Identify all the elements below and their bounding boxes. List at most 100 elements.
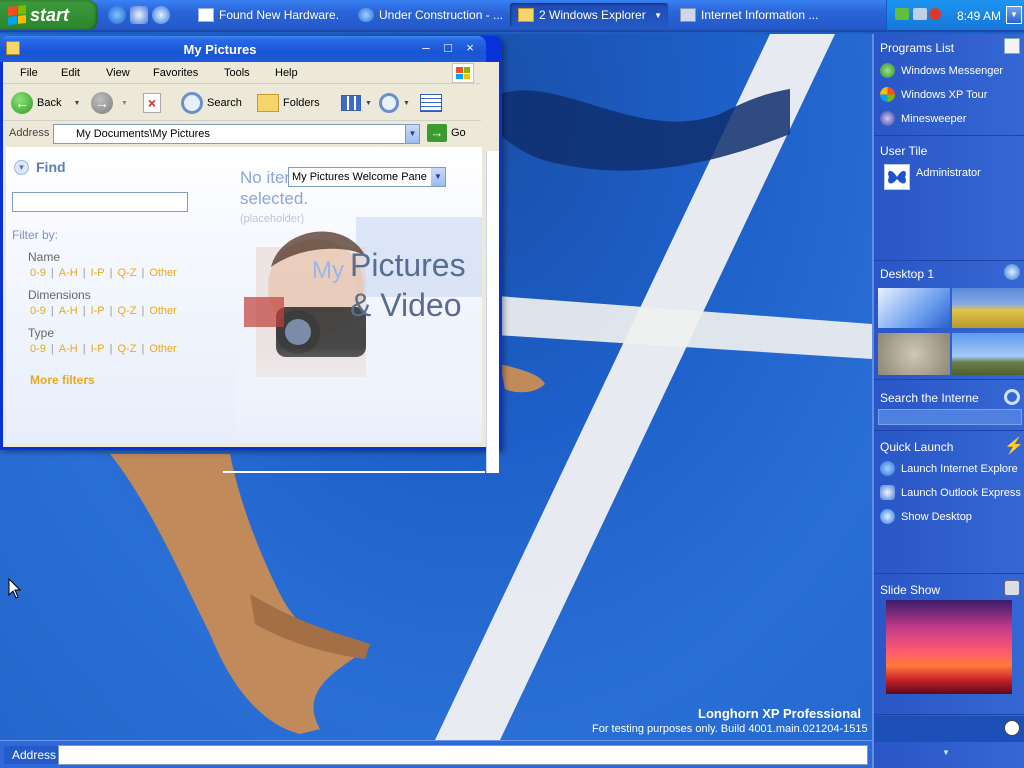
collapse-chevron-icon[interactable]: ▼ xyxy=(14,160,29,175)
bottom-address-input[interactable] xyxy=(58,745,868,765)
lightning-icon[interactable]: ⚡ xyxy=(1004,436,1024,455)
filter-option[interactable]: I-P xyxy=(91,305,105,317)
close-button[interactable]: × xyxy=(462,41,478,57)
clock[interactable]: 8:49 AM xyxy=(957,9,1001,23)
task-under-construction[interactable]: Under Construction - ... xyxy=(350,3,502,27)
filter-option[interactable]: A-H xyxy=(59,343,78,355)
search-internet-input[interactable] xyxy=(878,409,1022,425)
filter-option[interactable]: A-H xyxy=(59,267,78,279)
delete-icon: × xyxy=(143,93,161,113)
slideshow-image[interactable] xyxy=(886,600,1012,694)
chevron-down-icon[interactable]: ▼ xyxy=(942,748,950,757)
show-desktop-icon[interactable] xyxy=(152,6,170,24)
vertical-scrollbar[interactable] xyxy=(486,151,499,473)
filter-group-type: Type xyxy=(28,326,55,340)
magnifier-icon[interactable] xyxy=(1004,389,1020,405)
forward-button[interactable]: → ▼ xyxy=(91,91,128,115)
taskbar-menu-button[interactable]: ▼ xyxy=(1006,6,1022,24)
desktop-tile: Desktop 1 xyxy=(874,262,1024,380)
filter-row-type: 0-9 | A-H | I-P | Q-Z | Other xyxy=(30,343,177,355)
filter-option[interactable]: 0-9 xyxy=(30,305,46,317)
title-bar[interactable]: My Pictures – □ × xyxy=(0,36,486,62)
filter-option[interactable]: I-P xyxy=(91,343,105,355)
user-tile: User Tile Administrator xyxy=(874,137,1024,261)
camera-icon[interactable] xyxy=(1004,580,1020,596)
menu-file[interactable]: File xyxy=(20,67,38,79)
details-button[interactable] xyxy=(420,91,442,115)
filter-option[interactable]: Q-Z xyxy=(118,305,137,317)
go-button[interactable]: → Go xyxy=(427,124,466,142)
views-button[interactable]: ▼ xyxy=(341,91,372,115)
desktop-thumbnail[interactable] xyxy=(878,333,950,375)
desktop-title: Desktop 1 xyxy=(880,267,935,281)
back-button[interactable]: ← Back ▼ xyxy=(11,91,80,115)
program-windows-xp-tour[interactable]: Windows XP Tour xyxy=(880,87,987,102)
menu-tools[interactable]: Tools xyxy=(224,67,250,79)
delete-button[interactable]: × xyxy=(143,91,161,115)
quick-launch-outlook[interactable]: Launch Outlook Express xyxy=(880,485,1021,500)
outlook-express-icon[interactable] xyxy=(130,6,148,24)
task-internet-information[interactable]: Internet Information ... xyxy=(672,3,822,27)
desktop-thumbnail[interactable] xyxy=(952,333,1024,375)
minimize-button[interactable]: – xyxy=(418,41,434,57)
address-input[interactable]: My Documents\My Pictures xyxy=(53,124,419,144)
filter-option[interactable]: I-P xyxy=(91,267,105,279)
desktop-thumbnail[interactable] xyxy=(952,288,1024,328)
magnifier-icon xyxy=(379,93,399,113)
chevron-down-icon[interactable]: ▼ xyxy=(431,168,445,186)
search-icon xyxy=(181,92,203,114)
list-icon[interactable] xyxy=(1004,38,1020,54)
program-minesweeper[interactable]: Minesweeper xyxy=(880,111,966,126)
maximize-button[interactable]: □ xyxy=(440,41,456,57)
filter-option[interactable]: Other xyxy=(149,305,177,317)
placeholder-text: (placeholder) xyxy=(240,213,305,225)
find-title: Find xyxy=(36,159,66,175)
internet-explorer-icon[interactable] xyxy=(108,6,126,24)
menu-bar: File Edit View Favorites Tools Help xyxy=(3,62,481,84)
butterfly-avatar-icon[interactable] xyxy=(884,164,910,190)
filter-option[interactable]: Other xyxy=(149,343,177,355)
task-found-new-hardware[interactable]: Found New Hardware... xyxy=(190,3,340,27)
filter-option[interactable]: Q-Z xyxy=(118,267,137,279)
hardware-icon[interactable] xyxy=(913,8,927,20)
filter-option[interactable]: 0-9 xyxy=(30,267,46,279)
menu-favorites[interactable]: Favorites xyxy=(153,67,198,79)
chevron-down-icon[interactable]: ▼ xyxy=(121,100,128,107)
clock-icon[interactable] xyxy=(1004,720,1020,736)
filter-option[interactable]: Other xyxy=(149,267,177,279)
mine-icon xyxy=(880,111,895,126)
find-input[interactable] xyxy=(12,192,188,212)
refresh-icon[interactable] xyxy=(1004,264,1020,280)
user-name: Administrator xyxy=(916,167,981,179)
quick-launch-ie[interactable]: Launch Internet Explore xyxy=(880,461,1018,476)
chevron-down-icon[interactable]: ▼ xyxy=(73,100,80,107)
address-dropdown-button[interactable]: ▼ xyxy=(405,124,420,144)
internet-explorer-icon xyxy=(880,461,895,476)
brand-my: My xyxy=(312,257,344,284)
welcome-pane-select[interactable]: My Pictures Welcome Pane ▼ xyxy=(288,167,446,187)
toolbar: ← Back ▼ → ▼ × Search Folders ▼ ▼ xyxy=(3,85,481,121)
menu-edit[interactable]: Edit xyxy=(61,67,80,79)
filter-option[interactable]: 0-9 xyxy=(30,343,46,355)
quick-launch-title: Quick Launch xyxy=(880,440,954,454)
task-windows-explorer[interactable]: 2 Windows Explorer ▼ xyxy=(510,3,668,27)
menu-view[interactable]: View xyxy=(106,67,130,79)
sidebar-footer xyxy=(874,716,1024,742)
menu-help[interactable]: Help xyxy=(275,67,298,79)
filter-option[interactable]: A-H xyxy=(59,305,78,317)
program-windows-messenger[interactable]: Windows Messenger xyxy=(880,63,1003,78)
security-icon[interactable] xyxy=(929,8,941,20)
quick-launch-show-desktop[interactable]: Show Desktop xyxy=(880,509,972,524)
filter-group-dimensions: Dimensions xyxy=(28,288,91,302)
network-icon[interactable] xyxy=(895,8,909,20)
folders-button[interactable]: Folders xyxy=(257,91,320,115)
zoom-button[interactable]: ▼ xyxy=(379,91,410,115)
desktop-thumbnail[interactable] xyxy=(878,288,950,328)
filter-option[interactable]: Q-Z xyxy=(118,343,137,355)
more-filters-link[interactable]: More filters xyxy=(30,373,95,387)
folder-content: ▼ Find Filter by: Name 0-9 | A-H | I-P | Q-Z | O… xyxy=(6,147,482,443)
back-arrow-icon: ← xyxy=(11,92,33,114)
start-button[interactable]: start xyxy=(0,0,98,30)
address-label: Address xyxy=(9,127,50,139)
search-button[interactable]: Search xyxy=(181,91,242,115)
